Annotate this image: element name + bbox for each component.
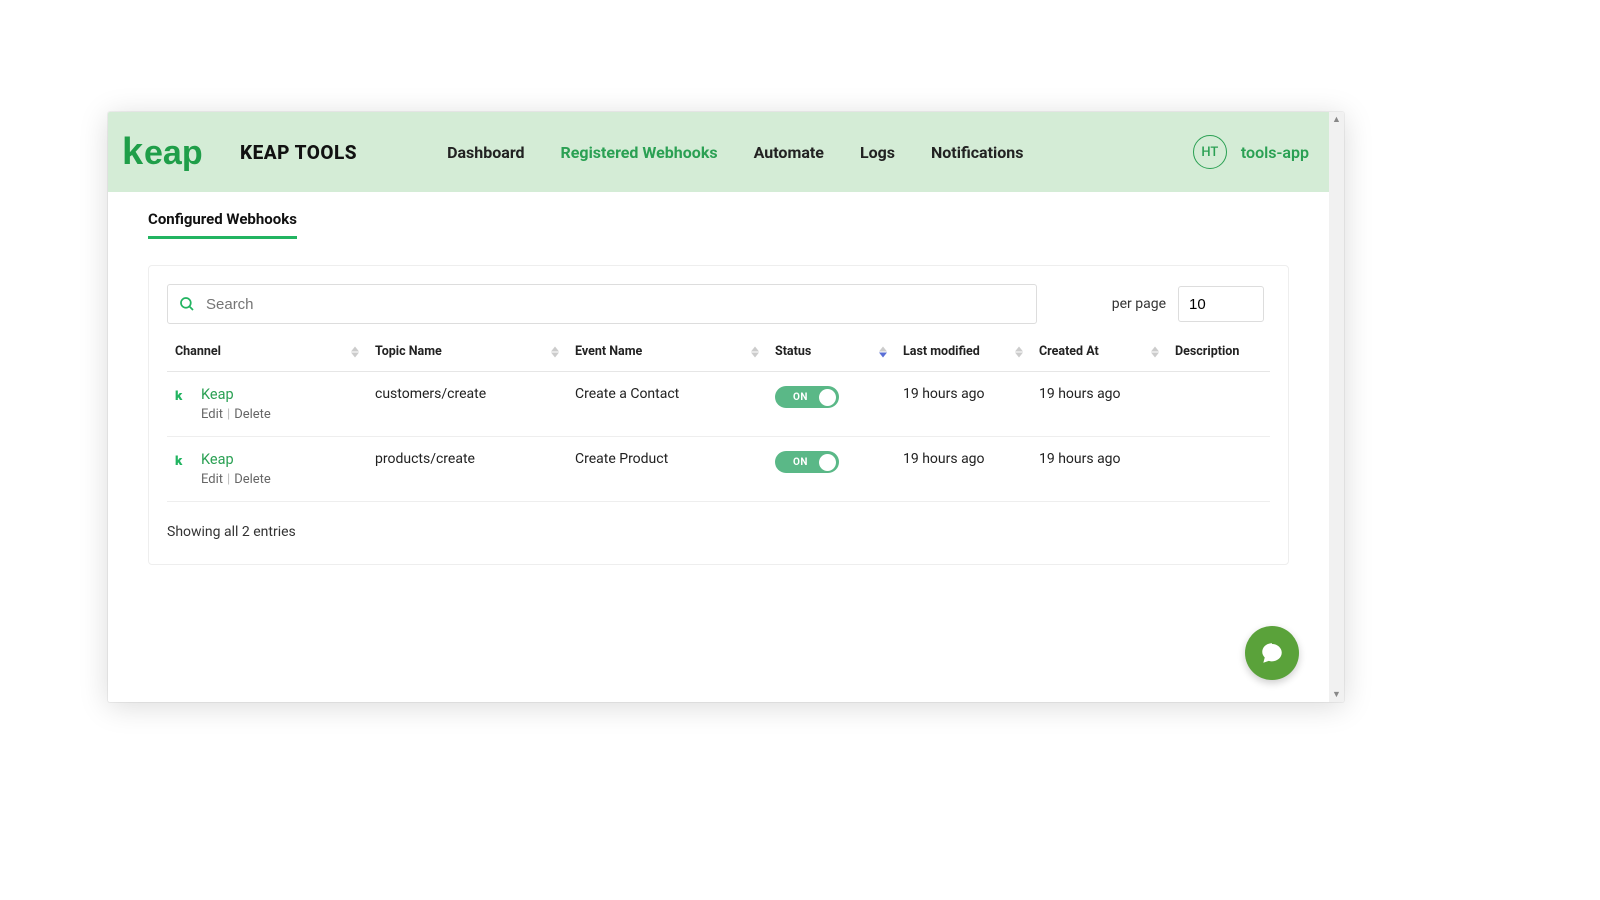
topic-cell: products/create (367, 437, 567, 502)
nav-logs[interactable]: Logs (860, 143, 895, 162)
brand-logo: k eap (122, 130, 218, 174)
description-cell (1167, 372, 1270, 437)
svg-text:eap: eap (144, 134, 203, 172)
table-footer: Showing all 2 entries (167, 524, 1270, 540)
scroll-up-icon[interactable]: ▲ (1329, 112, 1344, 127)
perpage-control: per page (1112, 286, 1264, 322)
delete-link[interactable]: Delete (234, 407, 271, 422)
svg-text:k: k (175, 454, 183, 469)
channel-name[interactable]: Keap (201, 451, 271, 468)
event-cell: Create a Contact (567, 372, 767, 437)
status-toggle[interactable]: ON (775, 451, 839, 473)
vertical-scrollbar[interactable]: ▲ ▼ (1329, 112, 1344, 702)
table-row: k Keap Edit|Delete customers/create Crea… (167, 372, 1270, 437)
th-channel[interactable]: Channel (167, 332, 367, 372)
channel-name[interactable]: Keap (201, 386, 271, 403)
avatar[interactable]: HT (1193, 135, 1227, 169)
th-topic[interactable]: Topic Name (367, 332, 567, 372)
perpage-label: per page (1112, 296, 1166, 312)
table-row: k Keap Edit|Delete products/create Creat… (167, 437, 1270, 502)
main-nav: Dashboard Registered Webhooks Automate L… (447, 143, 1023, 162)
topic-cell: customers/create (367, 372, 567, 437)
webhooks-card: per page Channel Topic Name Event Name S… (148, 265, 1289, 565)
app-window: k eap KEAP TOOLS Dashboard Registered We… (108, 112, 1344, 702)
chat-widget[interactable] (1245, 626, 1299, 680)
description-cell (1167, 437, 1270, 502)
th-status[interactable]: Status (767, 332, 895, 372)
keap-icon: k (175, 453, 191, 469)
search-icon (178, 295, 196, 313)
search-box[interactable] (167, 284, 1037, 324)
nav-automate[interactable]: Automate (754, 143, 824, 162)
keap-logo-icon: k eap (122, 130, 218, 174)
modified-cell: 19 hours ago (895, 437, 1031, 502)
edit-link[interactable]: Edit (201, 407, 223, 422)
sort-icon (551, 346, 559, 357)
th-description[interactable]: Description (1167, 332, 1270, 372)
sort-icon (751, 346, 759, 357)
event-cell: Create Product (567, 437, 767, 502)
sort-icon (351, 346, 359, 357)
user-area: HT tools-app (1193, 135, 1309, 169)
nav-notifications[interactable]: Notifications (931, 143, 1024, 162)
username[interactable]: tools-app (1241, 143, 1309, 162)
webhooks-table: Channel Topic Name Event Name Status Las… (167, 332, 1270, 502)
keap-icon: k (175, 388, 191, 404)
edit-link[interactable]: Edit (201, 472, 223, 487)
brand-name: KEAP TOOLS (240, 141, 357, 164)
created-cell: 19 hours ago (1031, 437, 1167, 502)
topbar: k eap KEAP TOOLS Dashboard Registered We… (108, 112, 1329, 192)
th-event[interactable]: Event Name (567, 332, 767, 372)
th-created[interactable]: Created At (1031, 332, 1167, 372)
delete-link[interactable]: Delete (234, 472, 271, 487)
sort-icon (879, 346, 887, 357)
svg-text:k: k (122, 131, 144, 173)
sort-icon (1151, 346, 1159, 357)
perpage-input[interactable] (1178, 286, 1264, 322)
nav-registered-webhooks[interactable]: Registered Webhooks (561, 143, 718, 162)
section-title: Configured Webhooks (148, 210, 297, 239)
th-modified[interactable]: Last modified (895, 332, 1031, 372)
scroll-down-icon[interactable]: ▼ (1329, 687, 1344, 702)
chat-icon (1259, 640, 1285, 666)
nav-dashboard[interactable]: Dashboard (447, 143, 524, 162)
created-cell: 19 hours ago (1031, 372, 1167, 437)
svg-text:k: k (175, 389, 183, 404)
sort-icon (1015, 346, 1023, 357)
search-input[interactable] (206, 296, 1026, 313)
modified-cell: 19 hours ago (895, 372, 1031, 437)
status-toggle[interactable]: ON (775, 386, 839, 408)
